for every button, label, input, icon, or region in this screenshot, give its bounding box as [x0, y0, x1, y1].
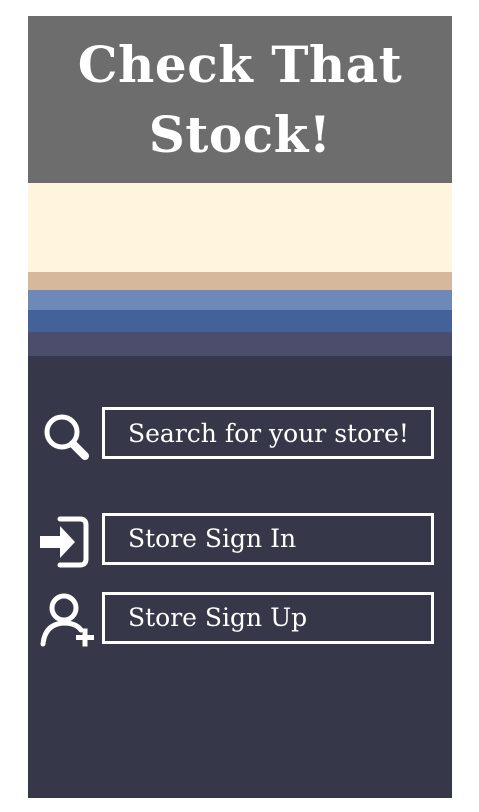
decor-stripe-light-blue: [28, 290, 452, 310]
search-icon[interactable]: [38, 407, 94, 465]
store-sign-up-button[interactable]: Store Sign Up: [102, 592, 434, 644]
store-sign-in-button[interactable]: Store Sign In: [102, 513, 434, 565]
store-search-input[interactable]: [102, 407, 434, 459]
decor-stripe-cream: [28, 183, 452, 272]
app-title: Check That Stock!: [77, 34, 403, 164]
app-screen: Check That Stock! Store Sign In: [28, 16, 452, 798]
search-row: [28, 407, 452, 465]
sign-up-row: Store Sign Up: [28, 592, 452, 650]
decor-stripe-slate: [28, 332, 452, 356]
decor-stripe-tan: [28, 272, 452, 290]
user-plus-icon: [38, 592, 94, 650]
sign-in-icon: [38, 513, 94, 571]
sign-in-row: Store Sign In: [28, 513, 452, 571]
decor-stripe-blue: [28, 310, 452, 332]
app-header: Check That Stock!: [28, 16, 452, 183]
